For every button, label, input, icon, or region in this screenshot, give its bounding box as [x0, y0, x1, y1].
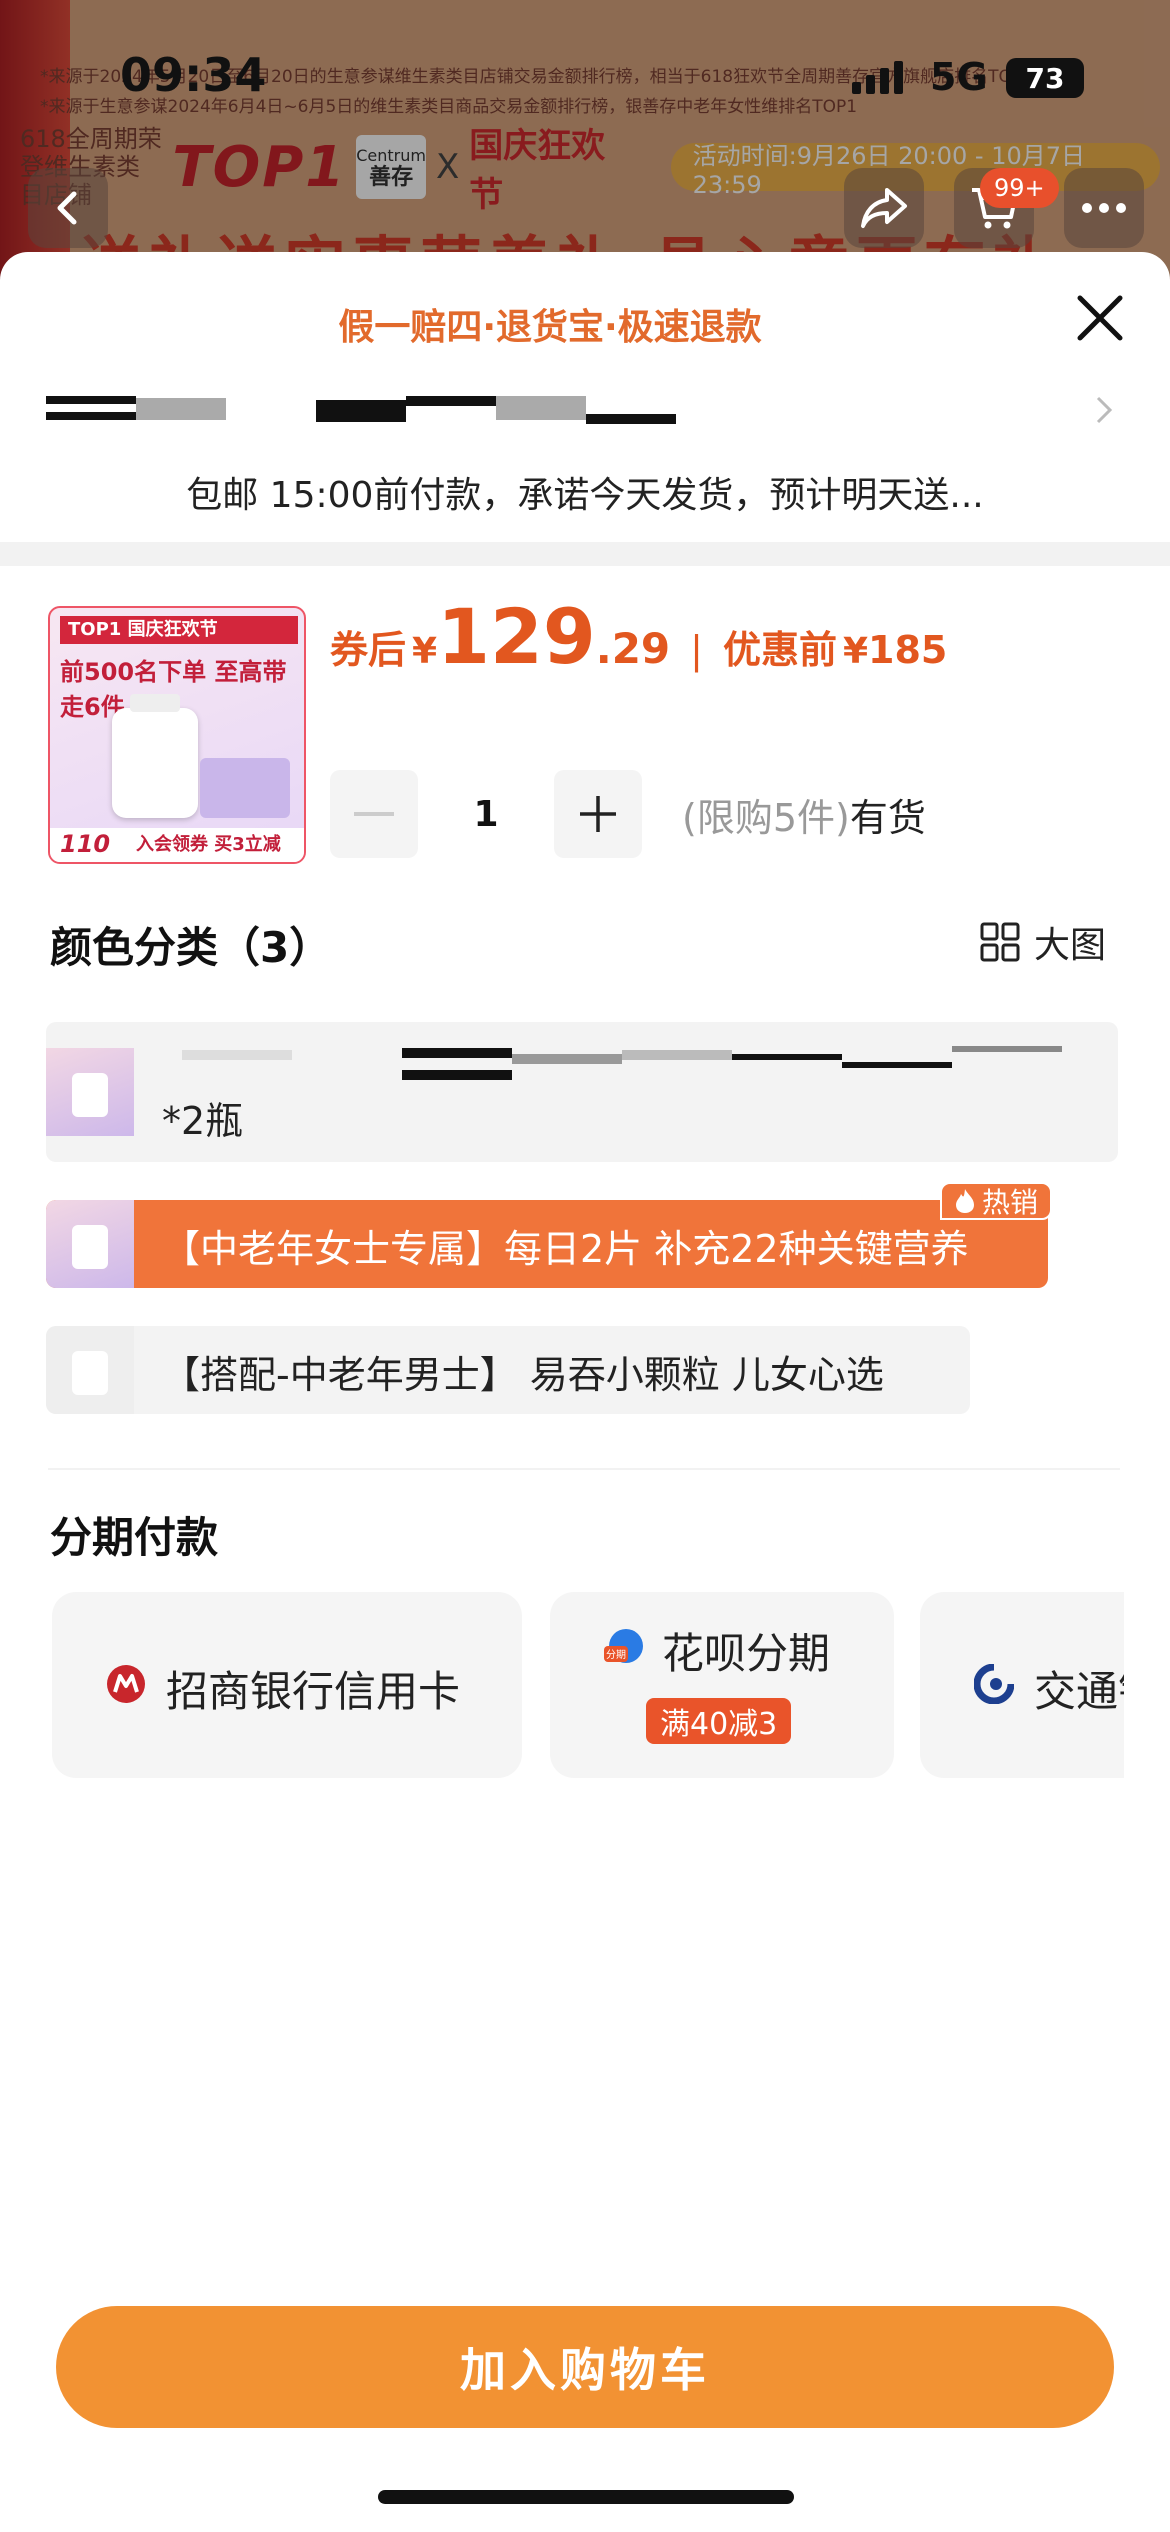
installment-promo-badge: 满40减3 [646, 1698, 792, 1744]
installment-title: 分期付款 [50, 1513, 219, 1562]
huabei-icon-text: 分期 [606, 1649, 626, 1661]
coupon-price-label: 券后 [330, 628, 407, 672]
hot-sale-badge: 热销 [940, 1182, 1053, 1220]
share-button[interactable] [844, 168, 924, 248]
battery-icon: 73 [1006, 58, 1084, 98]
address-row[interactable] [46, 390, 1116, 430]
quantity-stepper: 1 (限购5件) 有货 [330, 770, 926, 858]
redacted-bar [402, 1048, 512, 1058]
section-divider [0, 542, 1170, 566]
hot-sale-label: 热销 [982, 1186, 1039, 1219]
price-decimal: .29 [595, 624, 671, 673]
battery-level: 73 [1025, 61, 1065, 95]
shipping-info: 包邮 15:00前付款，承诺今天发货，预计明天送... [186, 475, 984, 516]
redacted-bar [182, 1050, 292, 1060]
quantity-value[interactable]: 1 [418, 794, 554, 835]
fire-icon [956, 1189, 974, 1213]
product-thumbnail[interactable]: TOP1 国庆狂欢节 前500名下单 至高带走6件 入会领券 买3立减225元 … [48, 606, 306, 864]
redacted-bar [496, 396, 586, 420]
huabei-icon: 分期 [604, 1629, 643, 1663]
price-integer: 129 [437, 592, 596, 681]
back-button[interactable] [28, 168, 108, 248]
original-price: 185 [868, 628, 948, 672]
currency-symbol: ¥ [842, 631, 869, 672]
big-image-toggle[interactable]: 大图 [980, 916, 1106, 968]
more-button[interactable] [1064, 168, 1144, 248]
redacted-bar [842, 1062, 952, 1068]
price-separator: | [690, 628, 703, 672]
sku-option-label: 【搭配-中老年男士】 易吞小颗粒 儿女心选 [162, 1353, 884, 1397]
redacted-bar [586, 414, 676, 424]
bocom-bank-icon [974, 1664, 1014, 1704]
redacted-bar [46, 396, 136, 404]
redacted-bar [952, 1046, 1062, 1052]
chevron-left-icon [57, 191, 77, 225]
redacted-bar [512, 1054, 622, 1064]
currency-symbol: ¥ [412, 631, 438, 672]
sku-option-label: 【中老年女士专属】每日2片 补充22种关键营养 [162, 1227, 969, 1271]
bottle-image [112, 694, 198, 818]
guarantee-text: 假一赔四·退货宝·极速退款 [338, 307, 762, 348]
redacted-bar [402, 1070, 512, 1080]
sku-option-image [46, 1200, 134, 1288]
close-button[interactable] [1070, 288, 1130, 348]
network-type: 5G [930, 55, 988, 99]
box-image [200, 758, 290, 818]
minus-icon [354, 812, 394, 816]
sku-option-image [46, 1048, 134, 1136]
color-section-title: 颜色分类（3） [50, 923, 332, 972]
cart-count-badge: 99+ [980, 168, 1059, 208]
redacted-bar [136, 398, 226, 420]
stock-status: 有货 [849, 795, 926, 840]
sku-option-selected[interactable]: 【中老年女士专属】每日2片 补充22种关键营养 [46, 1200, 1048, 1288]
status-time: 09:34 [120, 48, 267, 102]
thumb-price: 110 [60, 830, 111, 858]
decrease-button[interactable] [330, 770, 418, 858]
installment-option-bocom[interactable]: 交通银行 [920, 1592, 1124, 1778]
home-indicator[interactable] [378, 2490, 794, 2504]
signal-icon [852, 60, 903, 94]
installment-option-huabei[interactable]: 分期 花呗分期 满40减3 [550, 1592, 894, 1778]
chevron-right-icon [1092, 392, 1116, 437]
installment-option-label: 花呗分期 [662, 1629, 831, 1678]
grid-icon [980, 922, 1020, 962]
more-dots-icon [1082, 203, 1126, 213]
status-bar: 09:34 5G 73 [0, 0, 1170, 150]
sku-option[interactable]: 【搭配-中老年男士】 易吞小颗粒 儿女心选 [46, 1326, 970, 1414]
share-icon [861, 188, 907, 228]
big-image-label: 大图 [1034, 925, 1107, 966]
sku-option-label: *2瓶 [162, 1099, 244, 1143]
sku-selector-sheet: 假一赔四·退货宝·极速退款 包邮 15:00前付款，承诺今天发货，预计明天送..… [0, 252, 1170, 2532]
redacted-bar [732, 1054, 842, 1060]
increase-button[interactable] [554, 770, 642, 858]
cmb-bank-icon [107, 1665, 145, 1703]
purchase-limit: (限购5件) [682, 795, 850, 840]
installment-option-label: 交通银行 [1034, 1667, 1124, 1716]
plus-icon [580, 796, 616, 832]
add-to-cart-button[interactable]: 加入购物车 [56, 2306, 1114, 2428]
redacted-bar [622, 1050, 732, 1060]
original-price-label: 优惠前 [722, 628, 837, 672]
sku-option-image [46, 1326, 134, 1414]
installment-option-cmb[interactable]: 招商银行信用卡 [52, 1592, 522, 1778]
section-divider [48, 1468, 1120, 1470]
redacted-bar [316, 400, 406, 422]
redacted-bar [406, 396, 496, 406]
close-icon [1077, 295, 1123, 341]
sku-option[interactable]: *2瓶 [46, 1022, 1118, 1162]
price-line: 券后 ¥ 129 .29 | 优惠前 ¥ 185 [330, 592, 947, 692]
installment-option-label: 招商银行信用卡 [166, 1667, 461, 1716]
installment-options: 招商银行信用卡 分期 花呗分期 满40减3 交通银行 [48, 1592, 1124, 1782]
thumb-banner: TOP1 国庆狂欢节 [60, 616, 298, 644]
